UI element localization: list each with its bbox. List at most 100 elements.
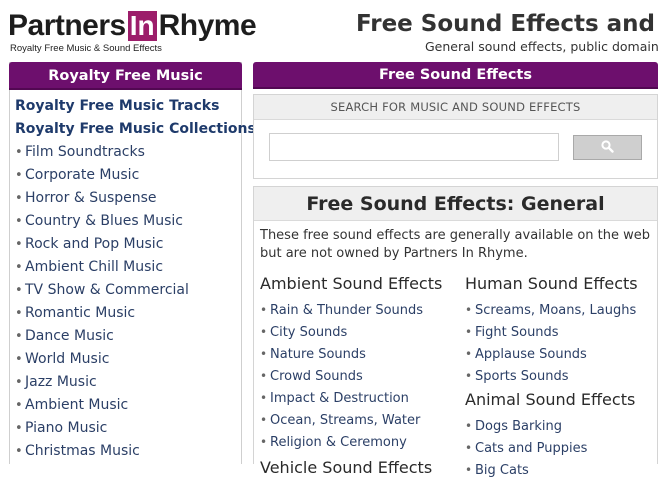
bullet-icon: • (15, 398, 23, 413)
bullet-icon: • (15, 421, 23, 436)
sidebar-item-label: Ambient Music (25, 397, 129, 413)
section-heading-human: Human Sound Effects (465, 274, 638, 293)
page-title: Free Sound Effects and R (356, 11, 658, 37)
bullet-icon: • (15, 375, 23, 390)
link-fight-sounds[interactable]: • Fight Sounds (465, 321, 655, 343)
section-heading-ambient: Ambient Sound Effects (260, 274, 443, 293)
bullet-icon: • (15, 444, 23, 459)
sidebar-item-tv-commercial[interactable]: • TV Show & Commercial (15, 279, 239, 302)
sidebar-item-label: Film Soundtracks (25, 144, 145, 160)
bullet-icon: • (260, 413, 268, 427)
intro-text: These free sound effects are generally a… (260, 228, 651, 261)
link-city-sounds[interactable]: • City Sounds (260, 321, 460, 343)
sidebar-item-label: World Music (25, 351, 110, 367)
link-screams-moans[interactable]: • Screams, Moans, Laughs (465, 299, 655, 321)
search-button[interactable] (573, 135, 642, 160)
sidebar-item-christmas[interactable]: • Christmas Music (15, 440, 239, 463)
link-dogs-barking[interactable]: • Dogs Barking (465, 415, 655, 437)
link-crowd-sounds[interactable]: • Crowd Sounds (260, 365, 460, 387)
search-icon (601, 138, 614, 157)
sidebar-item-label: Rock and Pop Music (25, 236, 164, 252)
bullet-icon: • (15, 260, 23, 275)
bullet-icon: • (465, 303, 473, 317)
bullet-icon: • (15, 214, 23, 229)
content-panel: Free Sound Effects: General These free s… (253, 186, 658, 478)
logo-word-in: In (127, 10, 157, 41)
sidebar-item-film-soundtracks[interactable]: • Film Soundtracks (15, 141, 239, 164)
bullet-icon: • (15, 168, 23, 183)
sidebar-item-label: Dance Music (25, 328, 114, 344)
page-subtitle: General sound effects, public domain so (425, 39, 658, 54)
sidebar-nav: Royalty Free Music Tracks Royalty Free M… (15, 95, 256, 463)
sidebar-item-rock-pop[interactable]: • Rock and Pop Music (15, 233, 239, 256)
link-cats-puppies[interactable]: • Cats and Puppies (465, 437, 655, 459)
bullet-icon: • (15, 352, 23, 367)
link-label: Crowd Sounds (270, 369, 363, 384)
sidebar-item-corporate-music[interactable]: • Corporate Music (15, 164, 239, 187)
logo-word-rhyme: Rhyme (158, 9, 257, 42)
link-big-cats[interactable]: • Big Cats (465, 459, 655, 481)
sidebar-item-ambient-chill[interactable]: • Ambient Chill Music (15, 256, 239, 279)
bullet-icon: • (260, 303, 268, 317)
bullet-icon: • (15, 329, 23, 344)
sidebar-item-label: Piano Music (25, 420, 108, 436)
sidebar-item-label: Romantic Music (25, 305, 136, 321)
link-religion-ceremony[interactable]: • Religion & Ceremony (260, 431, 460, 453)
link-rain-thunder[interactable]: • Rain & Thunder Sounds (260, 299, 460, 321)
logo-word-partners: Partners (8, 9, 126, 42)
link-label: Applause Sounds (475, 347, 587, 362)
sidebar: Royalty Free Music Royalty Free Music Tr… (9, 62, 256, 464)
search-input[interactable] (269, 133, 559, 161)
bullet-icon: • (465, 369, 473, 383)
bullet-icon: • (465, 441, 473, 455)
bullet-icon: • (15, 306, 23, 321)
bullet-icon: • (465, 463, 473, 477)
sidebar-item-dance[interactable]: • Dance Music (15, 325, 239, 348)
sidebar-link-music-collections[interactable]: Royalty Free Music Collections (15, 118, 256, 141)
content-title: Free Sound Effects: General (254, 187, 657, 221)
link-impact-destruction[interactable]: • Impact & Destruction (260, 387, 460, 409)
link-label: Fight Sounds (475, 325, 559, 340)
sidebar-item-label: Horror & Suspense (25, 190, 157, 206)
bullet-icon: • (260, 435, 268, 449)
bullet-icon: • (15, 237, 23, 252)
link-label: Sports Sounds (475, 369, 569, 384)
link-label: Ocean, Streams, Water (270, 413, 421, 428)
sidebar-item-label: Ambient Chill Music (25, 259, 164, 275)
section-heading-animal: Animal Sound Effects (465, 390, 636, 409)
link-label: Religion & Ceremony (270, 435, 407, 450)
sidebar-item-world[interactable]: • World Music (15, 348, 239, 371)
bullet-icon: • (260, 325, 268, 339)
sidebar-item-horror-suspense[interactable]: • Horror & Suspense (15, 187, 239, 210)
link-label: Dogs Barking (475, 419, 562, 434)
link-label: Cats and Puppies (475, 441, 588, 456)
sidebar-item-romantic[interactable]: • Romantic Music (15, 302, 239, 325)
sidebar-item-label: TV Show & Commercial (25, 282, 189, 298)
category-column-right: Human Sound Effects • Screams, Moans, Lau… (465, 273, 655, 481)
link-applause-sounds[interactable]: • Applause Sounds (465, 343, 655, 365)
site-logo[interactable]: Partners In Rhyme Royalty Free Music & S… (8, 9, 257, 55)
link-label: Nature Sounds (270, 347, 366, 362)
link-sports-sounds[interactable]: • Sports Sounds (465, 365, 655, 387)
sidebar-link-music-tracks[interactable]: Royalty Free Music Tracks (15, 95, 239, 118)
section-heading-vehicle: Vehicle Sound Effects (260, 458, 433, 477)
link-ocean-streams[interactable]: • Ocean, Streams, Water (260, 409, 460, 431)
sidebar-item-label: Jazz Music (25, 374, 97, 390)
link-label: Screams, Moans, Laughs (475, 303, 637, 318)
link-nature-sounds[interactable]: • Nature Sounds (260, 343, 460, 365)
search-panel: SEARCH FOR MUSIC AND SOUND EFFECTS (253, 94, 658, 179)
bullet-icon: • (260, 347, 268, 361)
bullet-icon: • (15, 191, 23, 206)
bullet-icon: • (15, 283, 23, 298)
bullet-icon: • (15, 145, 23, 160)
link-label: City Sounds (270, 325, 348, 340)
logo-wordmark: Partners In Rhyme (8, 9, 257, 42)
sidebar-item-ambient[interactable]: • Ambient Music (15, 394, 239, 417)
link-label: Big Cats (475, 463, 529, 478)
sidebar-item-jazz[interactable]: • Jazz Music (15, 371, 239, 394)
sidebar-item-country-blues[interactable]: • Country & Blues Music (15, 210, 239, 233)
bullet-icon: • (465, 347, 473, 361)
bullet-icon: • (465, 325, 473, 339)
sidebar-item-piano[interactable]: • Piano Music (15, 417, 239, 440)
sidebar-item-label: Christmas Music (25, 443, 140, 459)
